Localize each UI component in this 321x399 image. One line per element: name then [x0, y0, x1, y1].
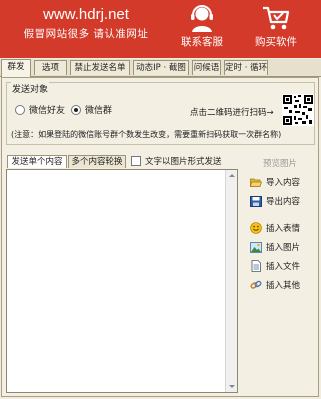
insert-other-label: 插入其他	[266, 281, 301, 291]
insert-file-button[interactable]: 插入文件	[250, 259, 300, 273]
editor-scrollbar[interactable]	[225, 170, 237, 392]
preview-image-button[interactable]: 预览图片	[263, 157, 297, 169]
radio-label-groups: 微信群	[85, 106, 113, 116]
link-icon	[250, 280, 262, 289]
message-editor[interactable]	[6, 169, 238, 393]
send-as-image-label: 文字以图片形式发送	[145, 157, 222, 167]
tab-options[interactable]: 选项	[34, 60, 67, 75]
import-content-label: 导入内容	[266, 178, 301, 188]
tab-greetings[interactable]: 问候语	[192, 60, 221, 75]
site-url: www.hdrj.net	[43, 6, 129, 23]
rescan-notice: (注意：如果登陆的微信账号群个数发生改变，需要重新扫码获取一次群名称)	[11, 130, 282, 139]
radio-dot-selected	[71, 104, 81, 115]
tab-dynamic-ip-screenshot[interactable]: 动态IP · 截图	[133, 60, 189, 75]
contact-service-button[interactable]: 联系客服	[172, 2, 232, 54]
buy-software-label: 购买软件	[255, 36, 297, 48]
radio-dot	[15, 104, 25, 115]
insert-image-label: 插入图片	[266, 243, 301, 253]
insert-emoji-button[interactable]: 插入表情	[250, 221, 300, 235]
folder-open-icon	[250, 178, 262, 187]
smiley-icon	[250, 222, 262, 234]
subtab-single-content[interactable]: 发送单个内容	[7, 155, 67, 168]
buy-software-button[interactable]: 购买软件	[246, 2, 306, 54]
insert-file-label: 插入文件	[266, 262, 301, 272]
contact-service-label: 联系客服	[181, 36, 223, 48]
shopping-cart-icon	[263, 6, 290, 30]
export-content-button[interactable]: 导出内容	[250, 194, 300, 208]
customer-service-icon	[191, 5, 213, 32]
checkbox-box	[131, 156, 141, 166]
scan-hint-text: 点击二维码进行扫码→	[190, 108, 274, 118]
export-content-label: 导出内容	[266, 197, 301, 207]
tab-mass-send[interactable]: 群发	[1, 59, 31, 77]
subtab-rotate-content[interactable]: 多个内容轮换	[68, 155, 126, 168]
scroll-down-arrow-icon[interactable]	[226, 381, 237, 392]
floppy-disk-icon	[250, 195, 262, 207]
main-tab-bar: 群发 选项 禁止发送名单 动态IP · 截图 问候语 定时 · 循环	[0, 59, 321, 77]
radio-wechat-friends[interactable]: 微信好友	[15, 103, 65, 116]
import-content-button[interactable]: 导入内容	[250, 175, 300, 189]
send-target-title: 发送对象	[11, 82, 50, 95]
tab-blocklist[interactable]: 禁止发送名单	[70, 60, 130, 75]
site-slogan: 假冒网站很多 请认准网址	[23, 28, 149, 40]
app-header: www.hdrj.net 假冒网站很多 请认准网址 联系客服 购买软件	[0, 0, 321, 58]
send-as-image-checkbox[interactable]: 文字以图片形式发送	[131, 155, 222, 167]
insert-other-button[interactable]: 插入其他	[250, 278, 300, 292]
scroll-up-arrow-icon[interactable]	[226, 170, 237, 181]
send-target-group: 发送对象 微信好友 微信群 点击二维码进行扫码→ (注意：如果登陆的微信账号群个…	[6, 82, 315, 145]
radio-label-friends: 微信好友	[29, 106, 66, 116]
brand-block: www.hdrj.net 假冒网站很多 请认准网址	[6, 7, 166, 41]
insert-image-button[interactable]: 插入图片	[250, 240, 300, 254]
picture-icon	[250, 241, 262, 253]
document-icon	[251, 260, 261, 272]
radio-wechat-groups[interactable]: 微信群	[71, 103, 112, 116]
tab-schedule-loop[interactable]: 定时 · 循环	[224, 60, 268, 75]
mass-send-panel: 发送对象 微信好友 微信群 点击二维码进行扫码→ (注意：如果登陆的微信账号群个…	[1, 77, 319, 397]
qr-code[interactable]	[282, 94, 314, 126]
insert-emoji-label: 插入表情	[266, 224, 301, 234]
